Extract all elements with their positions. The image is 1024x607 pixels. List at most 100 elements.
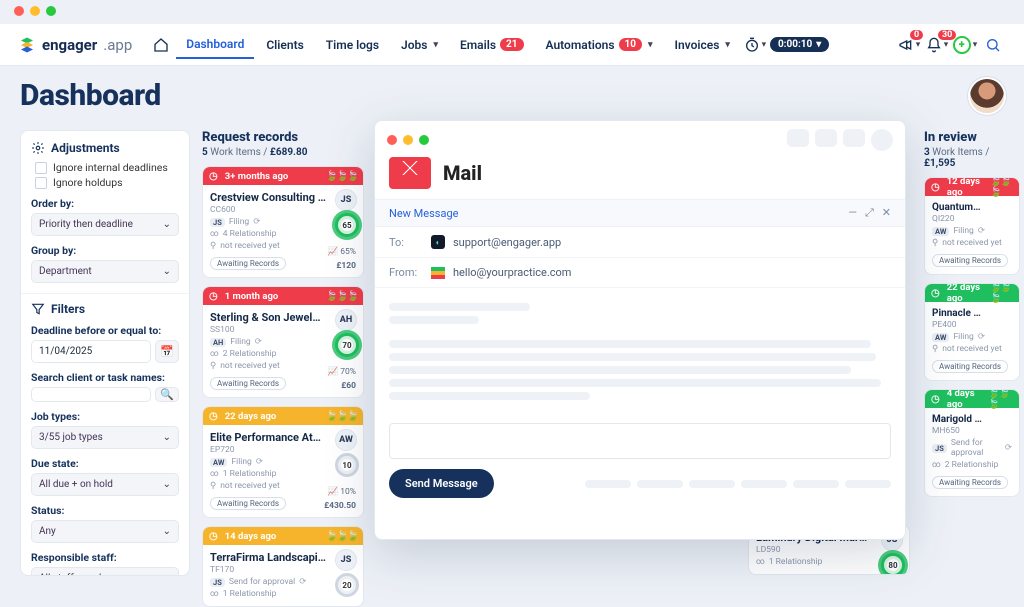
- nav-clients[interactable]: Clients: [256, 32, 313, 58]
- min-dot[interactable]: [30, 6, 40, 16]
- announce-icon[interactable]: 0: [896, 32, 922, 58]
- staff-select[interactable]: All staff members⌄: [31, 567, 179, 576]
- card-pct: 📈 10%: [328, 487, 356, 497]
- work-item-card[interactable]: 1 month ago🍃🍃🍃 AH 70 Sterling & Son Jewe…: [202, 286, 364, 398]
- clock-icon: [209, 411, 221, 422]
- work-item-card[interactable]: 4 days ago🍃🍃🍃 Marigold Hotel & Re MH650 …: [924, 389, 1020, 497]
- new-message-label: New Message: [389, 207, 458, 220]
- leaf-icon: 🍃🍃🍃: [326, 411, 357, 422]
- progress-ring: 70: [335, 333, 359, 357]
- col-subtitle: 3 Work Items / £1,595: [924, 147, 1020, 169]
- nav-emails[interactable]: Emails 21: [450, 32, 534, 58]
- add-button[interactable]: +: [952, 32, 978, 58]
- close-icon[interactable]: ✕: [882, 206, 891, 220]
- calendar-button[interactable]: 📅: [155, 340, 179, 363]
- col-total: £689.80: [270, 147, 308, 158]
- chart-icon: [431, 267, 445, 279]
- card-rel: ∞2 Relationship: [210, 349, 356, 359]
- orderby-select[interactable]: Priority then deadline⌄: [31, 213, 179, 236]
- progress-ring: 10: [335, 453, 359, 477]
- placeholder-icon: [843, 129, 865, 147]
- card-price: £430.50: [324, 501, 356, 511]
- chevron-down-icon: ⌄: [163, 266, 171, 277]
- nav-invoices[interactable]: Invoices: [665, 32, 740, 58]
- chk-ignore-internal[interactable]: Ignore internal deadlines: [35, 161, 179, 174]
- placeholder-icon: [637, 480, 683, 488]
- card-rel: ∞2 Relationship: [932, 460, 1012, 470]
- card-pct: 📈 65%: [328, 247, 356, 257]
- search-icon: 🔍: [160, 388, 174, 401]
- checkbox-icon: [35, 177, 47, 189]
- card-title: Crestview Consulting Ltd.: [210, 191, 326, 204]
- nav-jobs[interactable]: Jobs: [391, 32, 448, 58]
- card-age: 12 days ago: [947, 177, 986, 198]
- placeholder-icon: [741, 480, 787, 488]
- placeholder-icon: [585, 480, 631, 488]
- search-input[interactable]: [31, 387, 151, 402]
- bell-icon[interactable]: 30: [924, 32, 950, 58]
- leaf-icon: 🍃🍃🍃: [326, 291, 357, 302]
- send-message-button[interactable]: Send Message: [389, 469, 494, 498]
- work-item-card[interactable]: 22 days ago🍃🍃🍃 Pinnacle Estates & I PE40…: [924, 283, 1020, 381]
- clock-icon: [931, 182, 943, 193]
- work-item-card[interactable]: 14 days ago🍃🍃🍃 JS 20 TerraFirma Landscap…: [202, 526, 364, 607]
- card-price: £120: [336, 261, 356, 271]
- leaf-icon: 🍃🍃🍃: [989, 177, 1013, 198]
- expand-icon[interactable]: ⤢: [865, 206, 874, 220]
- from-row[interactable]: From: hello@yourpractice.com: [375, 258, 905, 288]
- nav-automations-label: Automations: [546, 38, 615, 52]
- card-age: 22 days ago: [225, 411, 277, 422]
- home-icon[interactable]: [148, 32, 174, 58]
- user-avatar[interactable]: [970, 79, 1004, 113]
- to-row[interactable]: To: ◐ support@engager.app: [375, 227, 905, 258]
- mail-close-dot[interactable]: [387, 135, 397, 145]
- card-title: Marigold Hotel & Re: [932, 414, 982, 425]
- to-value: support@engager.app: [453, 236, 561, 249]
- work-item-card[interactable]: 3+ months ago🍃🍃🍃 JS 65 Crestview Consult…: [202, 166, 364, 278]
- card-ref: QI220: [932, 214, 1012, 224]
- mail-body-input[interactable]: [389, 423, 891, 459]
- card-ref: PE400: [932, 320, 1012, 330]
- placeholder-icon: [793, 480, 839, 488]
- card-ref: EP720: [210, 445, 356, 455]
- status-pill: Awaiting Records: [210, 377, 286, 390]
- chk-internal-label: Ignore internal deadlines: [53, 161, 168, 174]
- window-traffic-lights: [14, 6, 56, 16]
- duestate-select[interactable]: All due + on hold⌄: [31, 473, 179, 496]
- card-age: 1 month ago: [225, 291, 279, 302]
- search-go-button[interactable]: 🔍: [155, 387, 179, 402]
- mail-footer: Send Message: [375, 459, 905, 498]
- chk-ignore-holdups[interactable]: Ignore holdups: [35, 176, 179, 189]
- assignee-badge: AW: [335, 429, 357, 451]
- brand-logo[interactable]: engager.app: [18, 36, 132, 54]
- work-item-card[interactable]: 12 days ago🍃🍃🍃 Quantum Innovatio QI220 A…: [924, 177, 1020, 275]
- nav-timelogs[interactable]: Time logs: [316, 32, 389, 58]
- compose-bar: New Message — ⤢ ✕: [375, 200, 905, 227]
- mail-body-placeholder: [375, 288, 905, 409]
- brand-name: engager: [42, 36, 97, 54]
- card-rel: ∞1 Relationship: [210, 589, 356, 599]
- close-dot[interactable]: [14, 6, 24, 16]
- deadline-input[interactable]: 11/04/2025: [31, 340, 151, 363]
- mail-max-dot[interactable]: [419, 135, 429, 145]
- status-pill: Awaiting Records: [932, 360, 1008, 373]
- timer-pill[interactable]: 0:00:10 ▾: [770, 37, 829, 52]
- funnel-icon: [31, 302, 45, 316]
- mail-min-dot[interactable]: [403, 135, 413, 145]
- search-icon[interactable]: [980, 32, 1006, 58]
- nav-dashboard[interactable]: Dashboard: [176, 31, 254, 59]
- groupby-select[interactable]: Department⌄: [31, 260, 179, 283]
- leaf-icon: 🍃🍃🍃: [989, 283, 1013, 304]
- col-total: £1,595: [924, 158, 955, 169]
- work-item-card[interactable]: 22 days ago🍃🍃🍃 AW 10 Elite Performance A…: [202, 406, 364, 518]
- minimize-icon[interactable]: —: [848, 206, 857, 220]
- status-select[interactable]: Any⌄: [31, 520, 179, 543]
- max-dot[interactable]: [46, 6, 56, 16]
- jobtypes-select[interactable]: 3/55 job types⌄: [31, 426, 179, 449]
- timer-control[interactable]: [742, 32, 768, 58]
- assignee-badge: JS: [335, 549, 357, 571]
- status-pill: Awaiting Records: [932, 254, 1008, 267]
- jobtypes-value: 3/55 job types: [39, 432, 103, 443]
- nav-automations[interactable]: Automations 10: [536, 32, 663, 58]
- search-label: Search client or task names:: [31, 371, 179, 384]
